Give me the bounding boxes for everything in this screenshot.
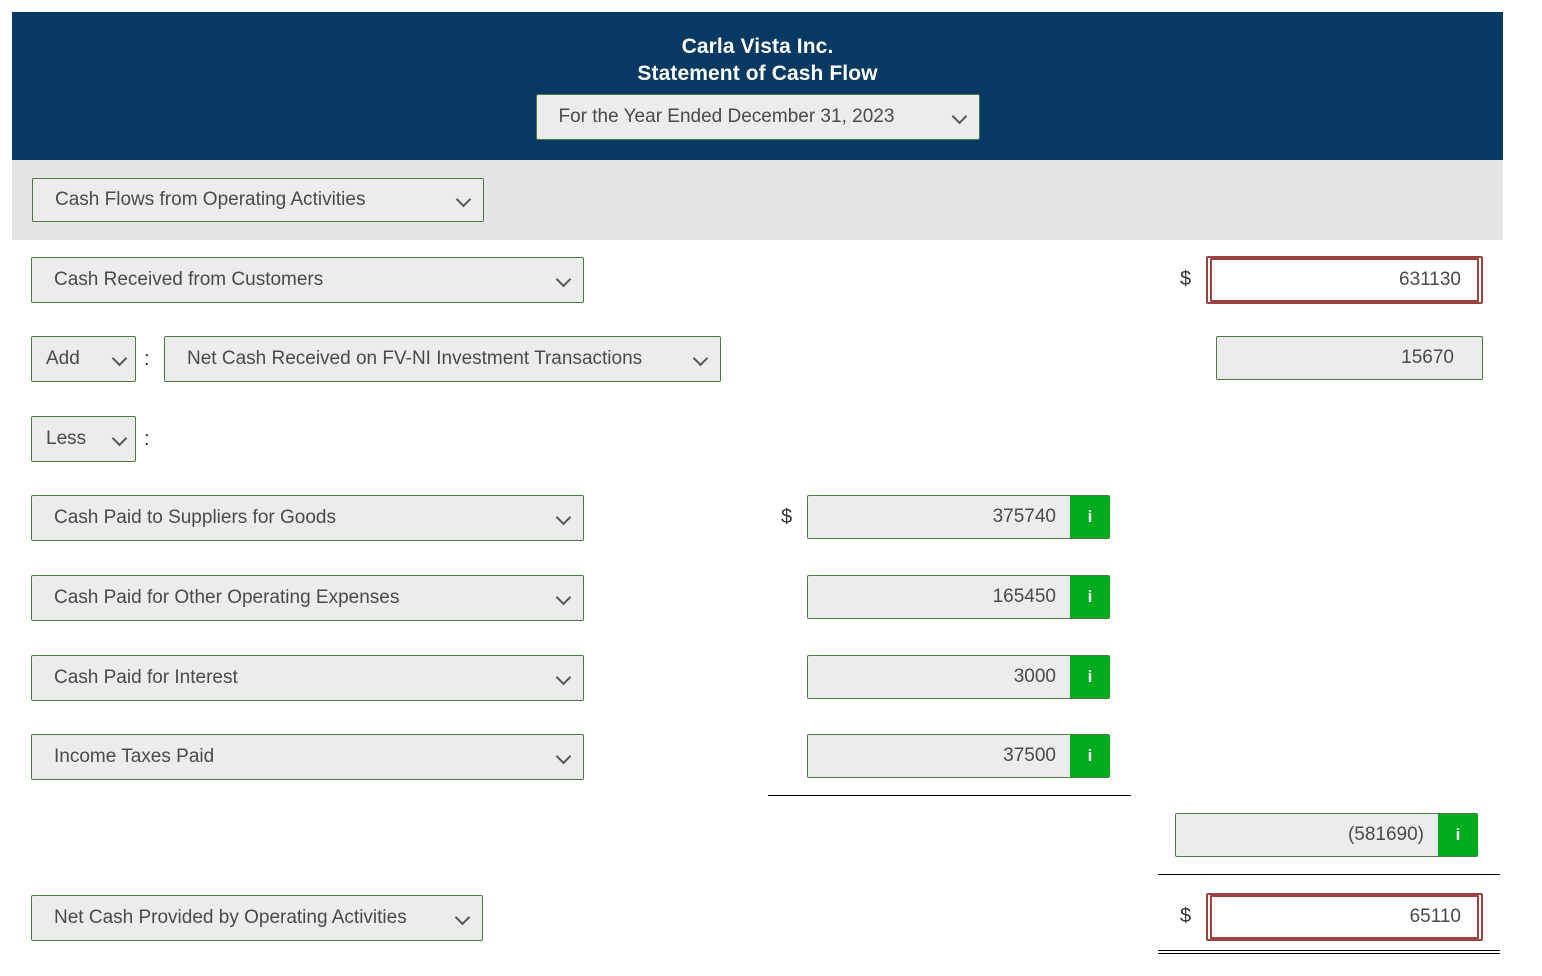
income-taxes-value: 37500 [1003, 745, 1056, 766]
chevron-down-icon [557, 750, 571, 764]
suppliers-value-box[interactable]: 375740 i [807, 495, 1110, 539]
dollar-sign-cash-received: $ [1180, 268, 1192, 290]
income-taxes-label: Income Taxes Paid [54, 746, 215, 767]
interest-select[interactable]: Cash Paid for Interest [31, 655, 584, 701]
info-icon[interactable]: i [1438, 814, 1478, 856]
other-operating-value-box[interactable]: 165450 i [807, 575, 1110, 619]
net-cash-double-rule [1158, 950, 1500, 954]
section-band: Cash Flows from Operating Activities [12, 160, 1503, 240]
chevron-down-icon [456, 911, 470, 925]
row-add-fvni: Add [31, 336, 136, 382]
period-select[interactable]: For the Year Ended December 31, 2023 [535, 94, 980, 140]
chevron-down-icon [557, 591, 571, 605]
chevron-down-icon [557, 273, 571, 287]
info-icon[interactable]: i [1070, 496, 1110, 538]
other-operating-value: 165450 [992, 586, 1056, 607]
row-less: Less [31, 416, 136, 462]
income-taxes-value-box[interactable]: 37500 i [807, 734, 1110, 778]
add-operator-select[interactable]: Add [31, 336, 136, 382]
fvni-label: Net Cash Received on FV-NI Investment Tr… [187, 348, 643, 369]
chevron-down-icon [113, 432, 127, 446]
colon-less: : [144, 428, 150, 450]
period-select-label: For the Year Ended December 31, 2023 [558, 106, 895, 127]
statement-of-cash-flow-page: Carla Vista Inc. Statement of Cash Flow … [0, 0, 1542, 976]
add-operator-label: Add [46, 348, 80, 369]
info-icon[interactable]: i [1070, 656, 1110, 698]
period-select-wrapper: For the Year Ended December 31, 2023 [535, 94, 980, 140]
net-cash-value-input[interactable]: 65110 [1206, 893, 1483, 941]
cash-received-value: 631130 [1210, 258, 1479, 302]
net-cash-label: Net Cash Provided by Operating Activitie… [54, 907, 407, 928]
net-cash-value: 65110 [1210, 895, 1479, 939]
income-taxes-select[interactable]: Income Taxes Paid [31, 734, 584, 780]
company-name: Carla Vista Inc. [681, 35, 834, 58]
fvni-select[interactable]: Net Cash Received on FV-NI Investment Tr… [164, 336, 721, 382]
info-icon[interactable]: i [1070, 735, 1110, 777]
statement-header: Carla Vista Inc. Statement of Cash Flow … [12, 12, 1503, 160]
cash-received-label: Cash Received from Customers [54, 269, 324, 290]
statement-title: Statement of Cash Flow [637, 62, 878, 85]
interest-value: 3000 [1013, 666, 1056, 687]
row-cash-received: Cash Received from Customers [31, 257, 584, 303]
cash-received-value-input[interactable]: 631130 [1206, 256, 1483, 304]
cash-received-select[interactable]: Cash Received from Customers [31, 257, 584, 303]
chevron-down-icon [694, 352, 708, 366]
colon-add: : [144, 348, 150, 370]
chevron-down-icon [113, 352, 127, 366]
net-cash-top-rule [1158, 874, 1500, 875]
dollar-sign-suppliers: $ [781, 506, 793, 528]
interest-value-box[interactable]: 3000 i [807, 655, 1110, 699]
fvni-value: 15670 [1401, 347, 1454, 368]
less-operator-select[interactable]: Less [31, 416, 136, 462]
chevron-down-icon [953, 110, 967, 124]
other-operating-select[interactable]: Cash Paid for Other Operating Expenses [31, 575, 584, 621]
chevron-down-icon [557, 511, 571, 525]
net-cash-select[interactable]: Net Cash Provided by Operating Activitie… [31, 895, 483, 941]
section-select[interactable]: Cash Flows from Operating Activities [32, 178, 484, 222]
other-operating-label: Cash Paid for Other Operating Expenses [54, 587, 400, 608]
subtotal-value: (581690) [1347, 824, 1424, 845]
suppliers-label: Cash Paid to Suppliers for Goods [54, 507, 336, 528]
interest-label: Cash Paid for Interest [54, 667, 238, 688]
chevron-down-icon [557, 671, 571, 685]
suppliers-value: 375740 [992, 506, 1056, 527]
less-operator-label: Less [46, 428, 87, 449]
chevron-down-icon [457, 193, 471, 207]
fvni-value-box[interactable]: 15670 [1216, 336, 1483, 380]
info-icon[interactable]: i [1070, 576, 1110, 618]
dollar-sign-net-cash: $ [1180, 905, 1192, 927]
section-select-label: Cash Flows from Operating Activities [55, 189, 366, 210]
subtotal-value-box[interactable]: (581690) i [1175, 813, 1478, 857]
subtotal-rule [768, 795, 1131, 796]
suppliers-select[interactable]: Cash Paid to Suppliers for Goods [31, 495, 584, 541]
